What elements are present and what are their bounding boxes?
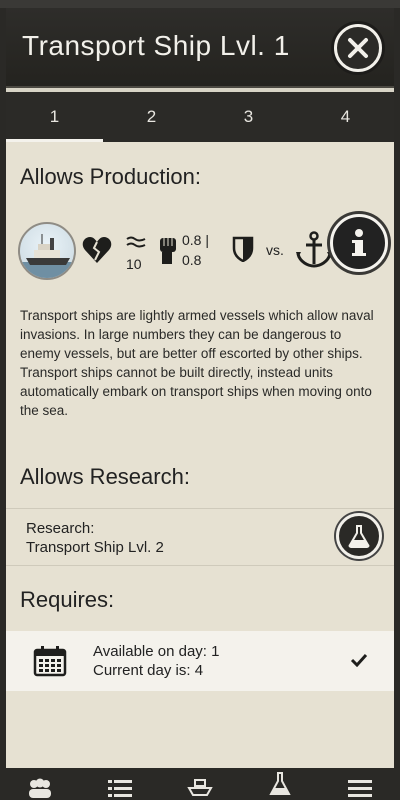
research-text: Research: Transport Ship Lvl. 2 [26, 519, 164, 557]
people-icon [29, 778, 51, 798]
shield-icon [232, 236, 254, 262]
anchor-icon [296, 231, 332, 268]
strength-value-1: 0.8 | [182, 232, 209, 248]
tab-level-3[interactable]: 3 [200, 92, 297, 142]
unit-description: Transport ships are lightly armed vessel… [20, 308, 374, 418]
strength-value-2: 0.8 [182, 252, 202, 268]
nav-menu[interactable] [320, 772, 400, 800]
page-title: Transport Ship Lvl. 1 [22, 30, 290, 61]
research-row[interactable]: Research: Transport Ship Lvl. 2 [6, 508, 394, 566]
requirement-text: Available on day: 1 Current day is: 4 [93, 642, 219, 680]
flask-icon [348, 525, 370, 548]
panel-header: Transport Ship Lvl. 1 [6, 8, 394, 88]
flask-icon [269, 772, 291, 795]
fist-icon [160, 238, 176, 264]
close-button[interactable] [334, 24, 382, 72]
nav-people[interactable] [0, 772, 80, 800]
tab-level-1[interactable]: 1 [6, 92, 103, 142]
available-day: Available on day: 1 [93, 643, 220, 660]
unit-stats-row: 10 0.8 | 0.8 vs. [18, 214, 388, 282]
nav-list[interactable] [80, 772, 160, 800]
close-icon [348, 38, 368, 58]
tab-level-2[interactable]: 2 [103, 92, 200, 142]
current-day: Current day is: 4 [93, 662, 204, 679]
research-item: Transport Ship Lvl. 2 [26, 539, 164, 556]
status-strip [0, 0, 400, 8]
menu-icon [348, 780, 372, 797]
level-tabs: 1 2 3 4 [6, 92, 394, 142]
research-label: Research: [26, 520, 95, 537]
info-icon [352, 229, 366, 256]
unit-info-panel: Transport Ship Lvl. 1 1 2 3 4 Allows Pro… [6, 8, 394, 768]
nav-units[interactable] [160, 772, 240, 800]
checkmark-icon [350, 653, 368, 667]
versus-label: vs. [266, 242, 284, 258]
tab-level-4[interactable]: 4 [297, 92, 394, 142]
production-heading: Allows Production: [20, 164, 201, 189]
info-button[interactable] [330, 214, 388, 272]
speed-value: 10 [126, 256, 142, 272]
panel-content: Allows Production: 10 0.8 | 0.8 vs. Tran… [6, 142, 394, 768]
ship-avatar [18, 222, 76, 280]
requirement-row: Available on day: 1 Current day is: 4 [6, 631, 394, 691]
research-heading: Allows Research: [20, 464, 190, 489]
bottom-nav [0, 772, 400, 800]
nav-research[interactable] [240, 772, 320, 800]
broken-heart-icon [82, 237, 112, 263]
calendar-icon [33, 646, 67, 677]
waves-icon [126, 236, 146, 248]
ship-icon [187, 779, 213, 796]
requires-heading: Requires: [20, 587, 115, 612]
list-icon [108, 780, 132, 797]
research-button[interactable] [336, 513, 382, 559]
